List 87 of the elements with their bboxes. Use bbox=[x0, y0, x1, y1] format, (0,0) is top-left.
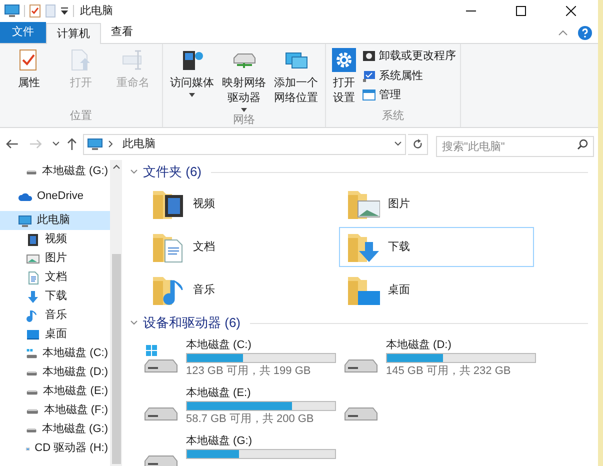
document-icon bbox=[26, 270, 40, 284]
nav-item[interactable]: 本地磁盘 (E:) bbox=[0, 382, 110, 401]
disc-box-icon bbox=[362, 49, 376, 64]
nav-item[interactable]: 图片 bbox=[0, 249, 110, 268]
back-arrow-icon[interactable] bbox=[4, 138, 20, 150]
caret-icon[interactable] bbox=[60, 7, 69, 15]
drive-space-text: 123 GB 可用，共 199 GB bbox=[186, 364, 312, 378]
ribbon-button[interactable]: 卸载或更改程序 bbox=[362, 48, 456, 64]
group-label: 网络 bbox=[232, 113, 256, 128]
monitor-window-icon bbox=[362, 88, 376, 102]
search-field[interactable]: 搜索"此电脑" bbox=[436, 136, 594, 157]
refresh-icon bbox=[412, 138, 423, 150]
section-header[interactable]: 文件夹 (6) bbox=[143, 162, 202, 182]
monitor-check-icon bbox=[362, 68, 376, 83]
drive-icon bbox=[344, 407, 378, 421]
computer-icon bbox=[87, 138, 104, 150]
scrollbar[interactable] bbox=[110, 160, 122, 466]
path-segment[interactable]: 此电脑 bbox=[122, 136, 156, 152]
drive-name: 本地磁盘 (G:) bbox=[186, 434, 253, 448]
windows-drive-icon bbox=[144, 345, 178, 373]
picture-icon bbox=[26, 252, 40, 266]
nav-item[interactable]: 桌面 bbox=[0, 325, 110, 344]
ribbon-button[interactable]: 管理 bbox=[362, 87, 456, 104]
refresh-button[interactable] bbox=[408, 134, 428, 154]
ribbon-button[interactable]: 系统属性 bbox=[362, 68, 456, 84]
chevron-down-icon[interactable] bbox=[394, 141, 402, 147]
page-arrow-icon bbox=[69, 48, 93, 72]
nav-item[interactable]: OneDrive bbox=[0, 187, 110, 206]
drive-name: 本地磁盘 (C:) bbox=[186, 338, 252, 352]
folder-item[interactable]: 文档 bbox=[144, 227, 339, 267]
folder-item[interactable]: 下载 bbox=[339, 227, 534, 267]
down-arrow-icon bbox=[26, 290, 40, 304]
window-title: 此电脑 bbox=[80, 4, 113, 19]
folder-item[interactable]: 图片 bbox=[339, 184, 534, 224]
nav-item[interactable]: 视频 bbox=[0, 230, 110, 249]
chevron-down-icon[interactable] bbox=[130, 169, 138, 175]
windows-drive-icon bbox=[26, 346, 38, 360]
ribbon-tab[interactable]: 文件 bbox=[0, 22, 46, 43]
checkmark-document-icon[interactable] bbox=[29, 4, 41, 18]
ribbon-button[interactable]: 添加一个网络位置 bbox=[271, 48, 321, 106]
nav-item[interactable]: 本地磁盘 (F:) bbox=[0, 401, 110, 420]
drive-icon bbox=[144, 407, 178, 421]
nav-item[interactable]: 本地磁盘 (D:) bbox=[0, 363, 110, 382]
drive-name: 本地磁盘 (D:) bbox=[386, 338, 452, 352]
film-icon bbox=[26, 232, 40, 246]
ribbon-button[interactable]: 属性 bbox=[4, 48, 54, 91]
drive-space-text: 58.7 GB 可用，共 200 GB bbox=[186, 412, 315, 426]
drive-space-text: 145 GB 可用，共 232 GB bbox=[386, 364, 512, 378]
ribbon-button[interactable]: 打开设置 bbox=[330, 48, 358, 106]
ribbon-tab[interactable]: 查看 bbox=[101, 22, 143, 43]
chevron-down-icon[interactable] bbox=[130, 320, 138, 326]
nav-item[interactable]: 此电脑 bbox=[0, 211, 110, 230]
nav-item[interactable]: 本地磁盘 (G:) bbox=[0, 420, 110, 439]
drive-icon bbox=[144, 455, 178, 466]
close-icon bbox=[566, 6, 576, 16]
nav-item[interactable]: 下载 bbox=[0, 287, 110, 306]
nav-item[interactable]: 音乐 bbox=[0, 306, 110, 325]
up-arrow-icon[interactable] bbox=[66, 137, 78, 151]
collapse-ribbon-icon[interactable] bbox=[558, 30, 568, 36]
group-label: 位置 bbox=[69, 108, 93, 124]
computer-icon bbox=[18, 214, 32, 228]
nav-item[interactable]: 本地磁盘 (C:) bbox=[0, 344, 110, 363]
ribbon-button[interactable]: 访问媒体 bbox=[167, 48, 217, 97]
help-icon[interactable] bbox=[578, 26, 592, 40]
group-label: 系统 bbox=[381, 108, 405, 124]
settings-icon bbox=[332, 48, 356, 72]
drive-icon bbox=[344, 359, 378, 373]
folder-item[interactable]: 桌面 bbox=[339, 270, 534, 310]
maximize-icon bbox=[516, 6, 526, 16]
minimize-icon bbox=[466, 10, 476, 12]
section-header[interactable]: 设备和驱动器 (6) bbox=[143, 313, 240, 333]
nav-item[interactable]: 本地磁盘 (G:) bbox=[0, 162, 110, 181]
drive-name: 本地磁盘 (E:) bbox=[186, 386, 252, 400]
folder-item[interactable]: 视频 bbox=[144, 184, 339, 224]
chevron-down-icon[interactable] bbox=[52, 141, 60, 147]
nav-item[interactable]: 文档 bbox=[0, 268, 110, 287]
ribbon-button[interactable]: 映射网络驱动器 bbox=[219, 48, 269, 112]
monitor-icon bbox=[26, 328, 40, 342]
folder-item[interactable]: 音乐 bbox=[144, 270, 339, 310]
address-field[interactable]: 此电脑 bbox=[83, 134, 406, 154]
ribbon-tab[interactable]: 计算机 bbox=[46, 23, 101, 44]
search-icon bbox=[576, 138, 588, 150]
scrollbar-thumb[interactable] bbox=[112, 254, 120, 464]
computer-icon[interactable] bbox=[4, 4, 20, 18]
chevron-right-icon[interactable] bbox=[108, 140, 114, 148]
nav-item[interactable]: CD 驱动器 (H:) bbox=[0, 439, 110, 458]
media-player-icon bbox=[180, 48, 204, 72]
